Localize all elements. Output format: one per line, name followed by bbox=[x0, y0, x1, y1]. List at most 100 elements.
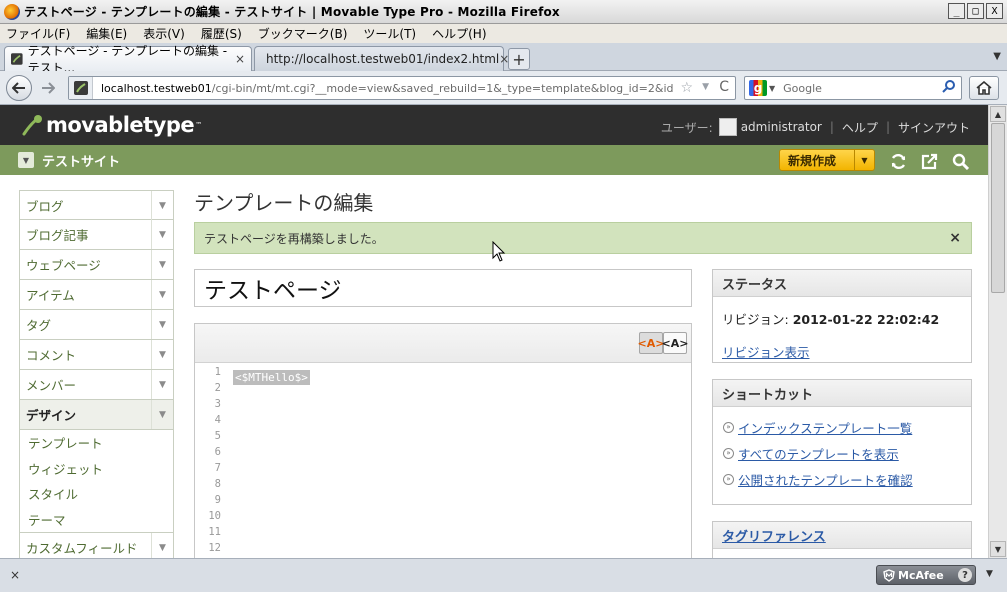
shortcut-label: 公開されたテンプレートを確認 bbox=[738, 472, 913, 488]
template-name-field[interactable]: テストページ bbox=[194, 269, 692, 307]
template-code-editor[interactable]: <A> <A> 1 2 3 4 5 6 7 8 9 10 11 12 <$MTH… bbox=[194, 323, 692, 558]
chevron-down-icon[interactable]: ▼ bbox=[986, 569, 993, 579]
sidebar-item-webpages[interactable]: ウェブページ ▼ bbox=[19, 250, 174, 280]
close-addon-bar-icon[interactable]: × bbox=[10, 568, 20, 582]
tab-strip: テストページ - テンプレートの編集 - テスト... × http://loc… bbox=[0, 43, 1007, 75]
site-switcher-dropdown-icon[interactable]: ▼ bbox=[18, 152, 34, 168]
list-all-tabs-icon[interactable]: ▼ bbox=[993, 51, 1001, 62]
divider: | bbox=[885, 120, 890, 134]
sidebar-subitem-themes[interactable]: テーマ bbox=[19, 506, 174, 532]
shortcut-all-templates[interactable]: » すべてのテンプレートを表示 bbox=[713, 440, 971, 466]
url-text[interactable]: localhost.testweb01/cgi-bin/mt/mt.cgi?__… bbox=[93, 82, 673, 95]
chevron-down-icon[interactable]: ▼ bbox=[151, 400, 173, 429]
menu-help[interactable]: ヘルプ(H) bbox=[432, 25, 486, 42]
tab-mt-edit[interactable]: テストページ - テンプレートの編集 - テスト... × bbox=[4, 44, 252, 75]
sidebar-item-label: ブログ記事 bbox=[26, 228, 89, 243]
magnifier-icon bbox=[942, 80, 955, 93]
close-window-button[interactable]: X bbox=[986, 3, 1003, 19]
forward-arrow-icon bbox=[42, 82, 55, 94]
sidebar-item-design[interactable]: デザイン ▼ bbox=[19, 400, 174, 430]
rebuild-icon[interactable] bbox=[889, 152, 907, 170]
sidebar-item-tags[interactable]: タグ ▼ bbox=[19, 310, 174, 340]
syntax-highlight-off-button[interactable]: <A> bbox=[662, 332, 688, 354]
divider: | bbox=[829, 120, 834, 134]
mcafee-help-icon[interactable]: ? bbox=[958, 568, 972, 582]
sidebar-subitem-styles[interactable]: スタイル bbox=[19, 481, 174, 507]
url-host: localhost.testweb01 bbox=[101, 81, 212, 95]
tag-reference-link[interactable]: タグリファレンス bbox=[713, 522, 971, 549]
shortcut-index-templates[interactable]: » インデックステンプレート一覧 bbox=[713, 414, 971, 440]
menu-bookmarks[interactable]: ブックマーク(B) bbox=[258, 25, 348, 42]
logo-text: movabletype bbox=[46, 113, 195, 137]
sidebar-item-custom-fields[interactable]: カスタムフィールド ▼ bbox=[19, 532, 174, 558]
minimize-button[interactable]: _ bbox=[948, 3, 965, 19]
sidebar-item-entries[interactable]: ブログ記事 ▼ bbox=[19, 220, 174, 250]
sidebar-item-blog[interactable]: ブログ ▼ bbox=[19, 190, 174, 220]
sidebar-item-label: タグ bbox=[26, 318, 52, 333]
new-create-button[interactable]: 新規作成 ▼ bbox=[779, 149, 875, 171]
help-link[interactable]: ヘルプ bbox=[842, 119, 878, 136]
forward-button[interactable] bbox=[36, 79, 60, 97]
chevron-down-icon[interactable]: ▼ bbox=[151, 310, 173, 339]
menu-file[interactable]: ファイル(F) bbox=[6, 25, 70, 42]
chevron-down-icon[interactable]: ▼ bbox=[151, 220, 173, 249]
line-number: 4 bbox=[214, 414, 221, 426]
line-number: 6 bbox=[214, 446, 221, 458]
maximize-button[interactable]: □ bbox=[967, 3, 984, 19]
revision-history-link[interactable]: リビジョン表示 bbox=[713, 328, 971, 361]
sidebar-item-members[interactable]: メンバー ▼ bbox=[19, 370, 174, 400]
chevron-down-icon[interactable]: ▼ bbox=[151, 191, 173, 220]
view-site-icon[interactable] bbox=[920, 152, 938, 170]
sidebar-subitem-widgets[interactable]: ウィジェット bbox=[19, 455, 174, 481]
address-bar[interactable]: localhost.testweb01/cgi-bin/mt/mt.cgi?__… bbox=[68, 76, 736, 100]
chevron-down-icon[interactable]: ▼ bbox=[151, 250, 173, 279]
new-tab-button[interactable]: + bbox=[508, 48, 530, 70]
reload-icon[interactable]: C bbox=[719, 79, 729, 95]
home-button[interactable] bbox=[969, 76, 999, 100]
signout-link[interactable]: サインアウト bbox=[898, 119, 970, 136]
google-engine-icon[interactable]: g bbox=[749, 80, 767, 96]
vertical-scrollbar[interactable]: ▲ ▼ bbox=[988, 105, 1007, 558]
code-line-selected[interactable]: <$MTHello$> bbox=[233, 370, 310, 385]
scroll-down-icon[interactable]: ▼ bbox=[990, 541, 1006, 557]
search-icon[interactable] bbox=[951, 152, 969, 170]
arrow-circle-icon: » bbox=[723, 421, 734, 433]
movabletype-logo[interactable]: movabletype ™ bbox=[22, 113, 202, 137]
chevron-down-icon[interactable]: ▼ bbox=[151, 370, 173, 399]
back-button[interactable] bbox=[6, 75, 32, 101]
status-widget: ステータス リビジョン: 2012-01-22 22:02:42 リビジョン表示 bbox=[712, 269, 972, 363]
mcafee-button[interactable]: McAfee ? bbox=[876, 565, 976, 585]
refresh-arrows-icon bbox=[891, 153, 905, 169]
url-history-dropdown-icon[interactable]: ▼ bbox=[702, 82, 709, 92]
username-link[interactable]: administrator bbox=[741, 120, 822, 134]
chevron-down-icon[interactable]: ▼ bbox=[854, 150, 874, 170]
search-engine-dropdown-icon[interactable]: ▼ bbox=[769, 84, 775, 93]
success-message: テストページを再構築しました。 × bbox=[194, 222, 972, 254]
chevron-down-icon[interactable]: ▼ bbox=[151, 280, 173, 309]
tab-close-icon[interactable]: × bbox=[235, 52, 245, 66]
search-icon[interactable] bbox=[942, 80, 955, 97]
tab-index2[interactable]: http://localhost.testweb01/index2.html × bbox=[254, 46, 509, 71]
menu-tools[interactable]: ツール(T) bbox=[363, 25, 416, 42]
menu-edit[interactable]: 編集(E) bbox=[86, 25, 127, 42]
shortcut-published-template[interactable]: » 公開されたテンプレートを確認 bbox=[713, 466, 971, 492]
search-bar[interactable]: g ▼ Google bbox=[744, 76, 962, 100]
sidebar-item-comments[interactable]: コメント ▼ bbox=[19, 340, 174, 370]
chevron-down-icon[interactable]: ▼ bbox=[151, 533, 173, 558]
site-identity-icon[interactable] bbox=[69, 77, 93, 99]
syntax-highlight-on-button[interactable]: <A> bbox=[638, 332, 664, 354]
scroll-up-icon[interactable]: ▲ bbox=[990, 106, 1006, 122]
scroll-thumb[interactable] bbox=[991, 123, 1005, 293]
sidebar-item-label: コメント bbox=[26, 348, 77, 363]
menu-view[interactable]: 表示(V) bbox=[143, 25, 185, 42]
arrow-circle-icon: » bbox=[723, 447, 734, 459]
chevron-down-icon[interactable]: ▼ bbox=[151, 340, 173, 369]
sidebar-item-assets[interactable]: アイテム ▼ bbox=[19, 280, 174, 310]
menu-history[interactable]: 履歴(S) bbox=[201, 25, 242, 42]
sidebar-subitem-templates[interactable]: テンプレート bbox=[19, 430, 174, 456]
site-name[interactable]: テストサイト bbox=[42, 151, 120, 170]
close-icon[interactable]: × bbox=[949, 230, 961, 246]
bookmark-star-icon[interactable]: ☆ bbox=[680, 80, 693, 96]
search-input[interactable]: Google bbox=[783, 82, 822, 95]
avatar[interactable] bbox=[718, 118, 737, 136]
